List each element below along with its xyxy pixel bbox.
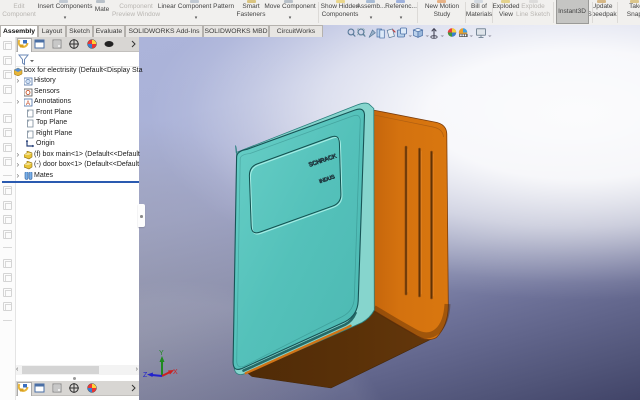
svg-text:A: A — [26, 101, 30, 107]
svg-text:Y: Y — [159, 350, 164, 357]
svg-text:Z: Z — [143, 372, 148, 379]
svg-text:X: X — [173, 369, 178, 376]
